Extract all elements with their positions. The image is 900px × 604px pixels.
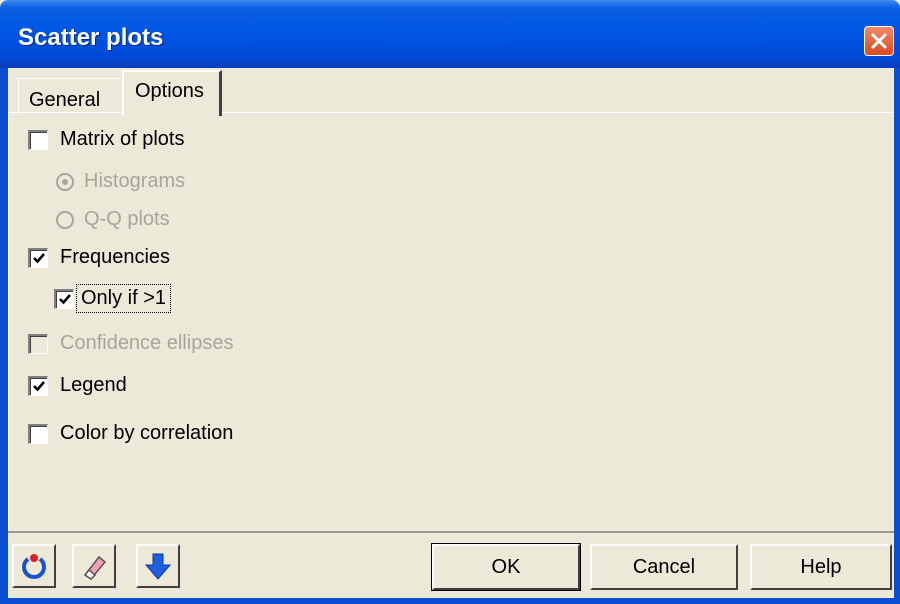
ok-button[interactable]: OK (431, 543, 581, 591)
matrix-of-plots-checkbox[interactable] (28, 129, 48, 150)
legend-checkbox[interactable] (28, 375, 48, 396)
legend-option[interactable]: Legend (28, 374, 127, 397)
color-by-correlation-label: Color by correlation (60, 422, 234, 444)
tab-general[interactable]: General (18, 78, 122, 116)
window-title: Scatter plots (18, 24, 164, 51)
close-icon (871, 33, 887, 49)
matrix-of-plots-option[interactable]: Matrix of plots (28, 128, 184, 151)
reset-button[interactable] (12, 544, 56, 588)
window-frame-right (894, 68, 900, 604)
tab-panel-border-left (8, 112, 9, 532)
checkmark-icon (58, 294, 71, 305)
qq-plots-option: Q-Q plots (56, 208, 170, 231)
frequencies-option[interactable]: Frequencies (28, 246, 170, 269)
checkmark-icon (32, 381, 45, 392)
histograms-label: Histograms (84, 170, 186, 192)
tab-options[interactable]: Options (122, 70, 222, 116)
histograms-option: Histograms (56, 170, 185, 193)
qq-plots-radio (56, 210, 74, 229)
checkmark-icon (32, 253, 45, 264)
frequencies-checkbox[interactable] (28, 247, 48, 268)
only-if-gt1-label: Only if >1 (76, 284, 172, 313)
color-by-correlation-option[interactable]: Color by correlation (28, 422, 233, 445)
help-button[interactable]: Help (750, 544, 892, 590)
close-button[interactable] (864, 26, 894, 56)
title-bar[interactable]: Scatter plots (0, 0, 900, 68)
frequencies-label: Frequencies (60, 246, 171, 268)
window-frame-left (0, 68, 8, 604)
down-arrow-icon (144, 553, 172, 580)
histograms-radio (56, 172, 74, 191)
qq-plots-label: Q-Q plots (84, 208, 170, 230)
legend-label: Legend (60, 374, 127, 396)
reset-icon (22, 554, 46, 579)
confidence-ellipses-label: Confidence ellipses (60, 332, 234, 354)
scatter-plots-dialog: Scatter plots General Options Matrix of … (0, 0, 900, 604)
confidence-ellipses-checkbox (28, 333, 48, 354)
color-by-correlation-checkbox[interactable] (28, 423, 48, 444)
eraser-icon (83, 555, 107, 581)
window-frame-bottom (0, 598, 900, 604)
only-if-gt1-option[interactable]: Only if >1 (54, 284, 172, 313)
matrix-of-plots-label: Matrix of plots (60, 128, 185, 150)
dialog-client-area: General Options Matrix of plots Histogra… (8, 68, 894, 598)
confidence-ellipses-option: Confidence ellipses (28, 332, 233, 355)
footer-divider (8, 531, 894, 533)
only-if-gt1-checkbox[interactable] (54, 288, 74, 309)
move-down-button[interactable] (136, 544, 180, 588)
clear-button[interactable] (72, 544, 116, 588)
cancel-button[interactable]: Cancel (590, 544, 738, 590)
